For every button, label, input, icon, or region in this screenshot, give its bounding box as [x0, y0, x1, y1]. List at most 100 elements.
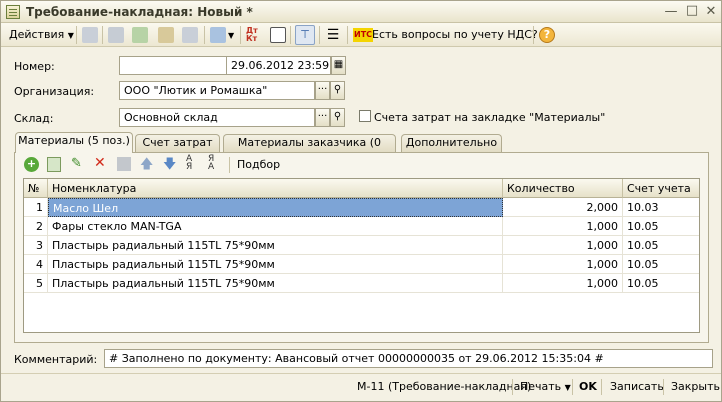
quantity-cell[interactable]: 1,000 [503, 236, 623, 255]
edit-row-icon[interactable]: ✎ [71, 156, 85, 171]
copy-row-icon[interactable] [47, 157, 61, 172]
item-cell[interactable]: Пластырь радиальный 115TL 75*90мм [48, 255, 503, 274]
magnifier-icon[interactable]: ⚲ [330, 81, 345, 100]
refresh-icon[interactable] [132, 27, 148, 43]
save-button[interactable]: Записать [610, 380, 664, 393]
row-number: 4 [24, 255, 48, 274]
warehouse-field[interactable]: Основной склад [119, 108, 315, 127]
quantity-cell[interactable]: 1,000 [503, 255, 623, 274]
comment-label: Комментарий: [14, 353, 98, 366]
magnifier-icon[interactable]: ⚲ [330, 108, 345, 127]
end-edit-icon[interactable] [117, 157, 131, 171]
toolbar-separator [347, 26, 348, 44]
sort-asc-icon[interactable]: АЯ [186, 155, 192, 172]
item-cell[interactable]: Фары стекло MAN-TGA [48, 217, 503, 236]
tab-customer-materials[interactable]: Материалы заказчика (0 поз.) [223, 134, 396, 165]
chevron-down-icon[interactable]: ▼ [228, 28, 234, 46]
quantity-cell[interactable]: 1,000 [503, 217, 623, 236]
table-row[interactable]: 4 Пластырь радиальный 115TL 75*90мм 1,00… [24, 255, 699, 274]
minimize-icon[interactable]: — [663, 5, 679, 19]
tab-materials[interactable]: Материалы (5 поз.) [15, 132, 133, 153]
number-field[interactable] [119, 56, 227, 75]
m11-print-button[interactable]: М-11 (Требование-накладная) [357, 380, 531, 393]
add-copy-icon[interactable] [82, 27, 98, 43]
tab-additional[interactable]: Дополнительно [401, 134, 502, 152]
account-cell[interactable]: 10.05 [623, 274, 699, 293]
column-header-number[interactable]: № [24, 179, 48, 198]
footer-separator [601, 379, 602, 395]
item-cell[interactable]: Пластырь радиальный 115TL 75*90мм [48, 274, 503, 293]
footer-separator [512, 379, 513, 395]
number-label: Номер: [14, 60, 55, 73]
toolbar-separator [204, 26, 205, 44]
column-header-quantity[interactable]: Количество [503, 179, 623, 198]
account-cell[interactable]: 10.05 [623, 255, 699, 274]
toolbar-separator [102, 26, 103, 44]
toolbar: Действия ▼ ▼ Дт Кт ⊤ ☰ ИТС Есть вопросы п… [1, 23, 721, 47]
item-cell[interactable]: Пластырь радиальный 115TL 75*90мм [48, 236, 503, 255]
toolbar-separator [76, 26, 77, 44]
document-window: Требование-накладная: Новый * — □ ✕ Дейс… [0, 0, 722, 402]
account-cell[interactable]: 10.05 [623, 236, 699, 255]
move-down-icon[interactable]: 🡇 [163, 155, 176, 177]
close-icon[interactable]: ✕ [703, 5, 719, 19]
document-report-icon[interactable] [270, 27, 286, 43]
tab-cost-account[interactable]: Счет затрат [135, 134, 220, 152]
footer-separator [572, 379, 573, 395]
close-button[interactable]: Закрыть [671, 380, 720, 393]
item-cell[interactable]: Масло Шел [48, 198, 503, 217]
print-menu[interactable]: Печать ▼ [520, 380, 571, 393]
chevron-down-icon: ▼ [564, 383, 571, 392]
warehouse-label: Склад: [14, 112, 54, 125]
toolbar-separator [319, 26, 320, 44]
vat-questions-menu[interactable]: Есть вопросы по учету НДС? ▼ [372, 28, 547, 46]
table-row[interactable]: 1 Масло Шел 2,000 10.03 [24, 198, 699, 217]
print-label: Печать [520, 380, 562, 393]
row-number: 2 [24, 217, 48, 236]
unpost-icon[interactable] [182, 27, 198, 43]
document-icon [6, 5, 20, 19]
enter-based-icon[interactable] [210, 27, 226, 43]
selection-button[interactable]: Подбор [237, 158, 280, 171]
table-row[interactable]: 2 Фары стекло MAN-TGA 1,000 10.05 [24, 217, 699, 236]
org-field[interactable]: ООО "Лютик и Ромашка" [119, 81, 315, 100]
footer-divider [1, 373, 721, 374]
table-row[interactable]: 5 Пластырь радиальный 115TL 75*90мм 1,00… [24, 274, 699, 293]
help-icon[interactable]: ? [539, 27, 555, 43]
actions-menu[interactable]: Действия ▼ [9, 28, 74, 46]
account-cell[interactable]: 10.05 [623, 217, 699, 236]
quantity-cell[interactable]: 2,000 [503, 198, 623, 217]
vat-question-label: Есть вопросы по учету НДС? [372, 28, 538, 41]
toolbar-separator [229, 157, 230, 173]
table-row[interactable]: 3 Пластырь радиальный 115TL 75*90мм 1,00… [24, 236, 699, 255]
ellipsis-icon[interactable]: ... [315, 81, 330, 100]
actions-label: Действия [9, 28, 65, 41]
ok-button[interactable]: OK [579, 380, 597, 393]
chevron-down-icon: ▼ [67, 31, 74, 40]
column-header-item[interactable]: Номенклатура [48, 179, 503, 198]
sort-desc-icon[interactable]: ЯА [208, 155, 214, 172]
account-cell[interactable]: 10.03 [623, 198, 699, 217]
footer-separator [663, 379, 664, 395]
delete-row-icon[interactable]: ✕ [94, 155, 108, 171]
quantity-cell[interactable]: 1,000 [503, 274, 623, 293]
cost-accounts-checkbox[interactable] [359, 110, 371, 122]
calendar-icon[interactable]: ▦ [331, 56, 346, 75]
materials-panel: + ✎ ✕ 🡅 🡇 АЯ ЯА Подбор № Номенклатура Ко… [14, 152, 709, 343]
column-header-account[interactable]: Счет учета [623, 179, 699, 198]
move-up-icon[interactable]: 🡅 [140, 155, 153, 177]
maximize-icon[interactable]: □ [684, 4, 700, 18]
edit-icon[interactable] [108, 27, 124, 43]
ellipsis-icon[interactable]: ... [315, 108, 330, 127]
structure-icon[interactable]: ⊤ [295, 25, 315, 45]
date-field[interactable]: 29.06.2012 23:59:59 [226, 56, 331, 75]
comment-field[interactable]: # Заполнено по документу: Авансовый отче… [104, 349, 713, 368]
add-row-icon[interactable]: + [24, 157, 39, 172]
org-label: Организация: [14, 85, 95, 98]
post-icon[interactable] [158, 27, 174, 43]
dt-kt-icon[interactable]: Дт Кт [246, 27, 262, 43]
title-bar: Требование-накладная: Новый * — □ ✕ [1, 1, 721, 23]
list-icon[interactable]: ☰ [325, 27, 341, 43]
its-badge[interactable]: ИТС [353, 28, 374, 42]
cost-accounts-label: Счета затрат на закладке "Материалы" [374, 111, 606, 124]
